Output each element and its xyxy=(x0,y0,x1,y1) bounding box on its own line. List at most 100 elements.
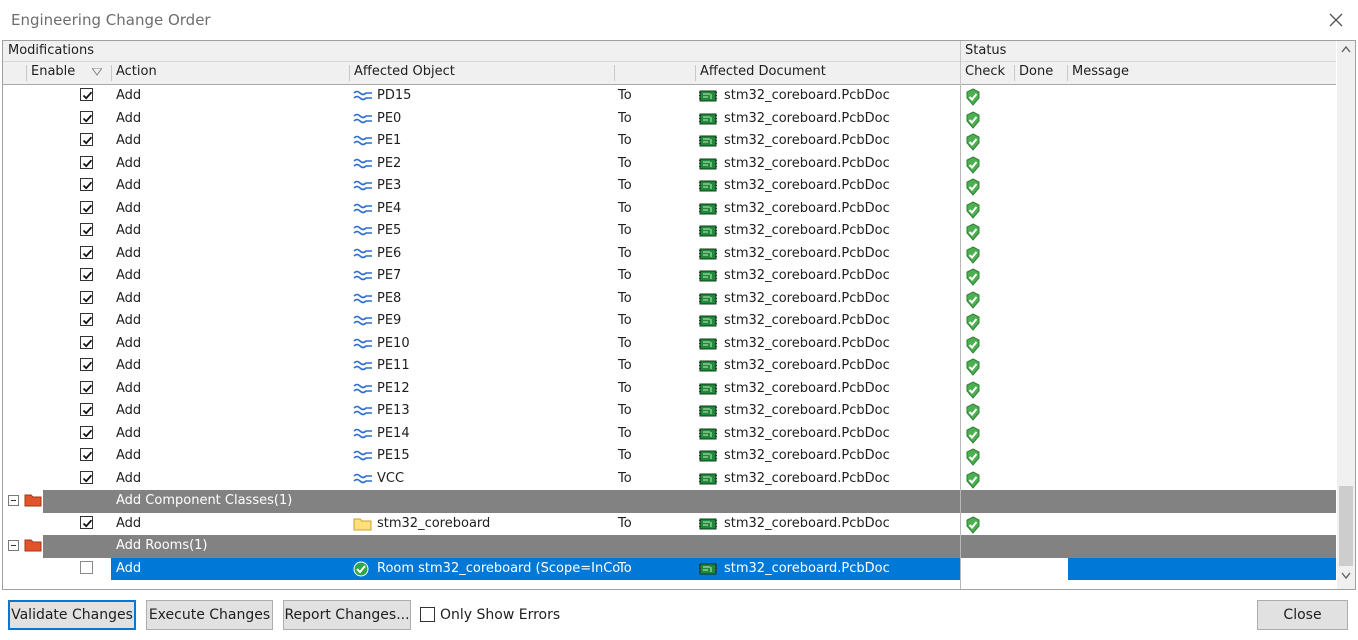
change-row[interactable]: Add PE8 To stm32_coreboard.PcbDoc xyxy=(3,288,1336,311)
enable-checkbox[interactable] xyxy=(80,178,93,191)
enable-checkbox[interactable] xyxy=(80,133,93,146)
collapse-toggle[interactable] xyxy=(8,495,19,506)
pcb-doc-icon xyxy=(698,268,717,284)
validate-changes-button[interactable]: Validate Changes xyxy=(8,600,136,630)
enable-checkbox[interactable] xyxy=(80,425,93,439)
col-check[interactable]: Check xyxy=(965,64,1005,79)
change-row[interactable]: Add PE14 To stm32_coreboard.PcbDoc xyxy=(3,423,1336,446)
col-divider xyxy=(26,65,27,81)
affected-document-cell: stm32_coreboard.PcbDoc xyxy=(724,515,890,531)
enable-checkbox[interactable] xyxy=(80,448,93,461)
enable-checkbox[interactable] xyxy=(80,358,93,371)
action-cell: Add xyxy=(116,268,142,283)
change-row[interactable]: Add PE7 To stm32_coreboard.PcbDoc xyxy=(3,265,1336,288)
col-divider xyxy=(111,65,112,81)
change-row[interactable]: Add PE4 To stm32_coreboard.PcbDoc xyxy=(3,198,1336,221)
enable-checkbox[interactable] xyxy=(80,560,93,574)
to-cell: To xyxy=(618,380,632,396)
action-cell: Add xyxy=(116,133,142,148)
col-action[interactable]: Action xyxy=(116,64,157,79)
change-row[interactable]: Add PE11 To stm32_coreboard.PcbDoc xyxy=(3,355,1336,378)
enable-checkbox[interactable] xyxy=(80,200,93,214)
group-label: Add Rooms(1) xyxy=(116,538,208,553)
close-button[interactable]: Close xyxy=(1257,600,1348,630)
affected-object-cell: PE0 xyxy=(377,110,402,126)
net-icon xyxy=(353,381,372,397)
enable-checkbox[interactable] xyxy=(80,110,93,124)
only-show-errors-checkbox[interactable] xyxy=(420,607,435,622)
col-message[interactable]: Message xyxy=(1072,64,1129,79)
net-icon xyxy=(353,111,372,127)
affected-document-cell: stm32_coreboard.PcbDoc xyxy=(724,155,890,171)
action-cell: Add xyxy=(116,560,142,576)
action-cell: Add xyxy=(116,200,142,216)
to-cell: To xyxy=(618,470,632,486)
enable-checkbox[interactable] xyxy=(80,515,93,529)
collapse-toggle[interactable] xyxy=(8,540,19,551)
report-changes-button[interactable]: Report Changes... xyxy=(283,600,411,630)
scroll-up-icon[interactable] xyxy=(1341,45,1351,53)
to-cell: To xyxy=(618,223,632,238)
filter-icon[interactable] xyxy=(92,68,102,76)
check-ok-icon xyxy=(964,133,982,151)
enable-checkbox[interactable] xyxy=(80,290,93,304)
affected-document-cell: stm32_coreboard.PcbDoc xyxy=(724,290,890,306)
vertical-scrollbar[interactable] xyxy=(1337,41,1355,589)
col-divider xyxy=(349,65,350,81)
enable-checkbox[interactable] xyxy=(80,313,93,326)
scroll-thumb[interactable] xyxy=(1339,486,1353,566)
pcb-doc-icon xyxy=(698,313,717,329)
col-affected-document[interactable]: Affected Document xyxy=(700,64,826,79)
check-ok-icon xyxy=(964,178,982,196)
change-row[interactable]: Add PE1 To stm32_coreboard.PcbDoc xyxy=(3,130,1336,153)
check-ok-icon xyxy=(964,110,982,129)
scroll-down-icon[interactable] xyxy=(1341,572,1351,580)
enable-checkbox[interactable] xyxy=(80,470,93,484)
change-row[interactable]: Add PE2 To stm32_coreboard.PcbDoc xyxy=(3,153,1336,176)
action-cell: Add xyxy=(116,380,142,396)
action-cell: Add xyxy=(116,403,142,418)
enable-checkbox[interactable] xyxy=(80,380,93,394)
change-row[interactable]: Add stm32_coreboard To stm32_coreboard.PcbD… xyxy=(3,513,1336,536)
pcb-doc-icon xyxy=(698,133,717,149)
to-cell: To xyxy=(618,358,632,373)
change-row[interactable]: Add PE15 To stm32_coreboard.PcbDoc xyxy=(3,445,1336,468)
change-row[interactable]: Add PE10 To stm32_coreboard.PcbDoc xyxy=(3,333,1336,356)
change-row[interactable]: Add PE3 To stm32_coreboard.PcbDoc xyxy=(3,175,1336,198)
affected-object-cell: PE12 xyxy=(377,380,410,396)
close-icon[interactable] xyxy=(1326,10,1346,30)
enable-checkbox[interactable] xyxy=(80,403,93,416)
window-title: Engineering Change Order xyxy=(11,11,211,29)
col-enable[interactable]: Enable xyxy=(31,64,75,79)
group-row[interactable]: Add Component Classes(1) xyxy=(3,490,1336,513)
enable-checkbox[interactable] xyxy=(80,155,93,169)
change-row[interactable]: Add Room stm32_coreboard (Scope=InCo To stm… xyxy=(3,557,1336,580)
enable-checkbox[interactable] xyxy=(80,268,93,281)
to-cell: To xyxy=(618,515,632,531)
col-affected-object[interactable]: Affected Object xyxy=(354,64,455,79)
to-cell: To xyxy=(618,335,632,351)
col-divider xyxy=(695,65,696,81)
enable-checkbox[interactable] xyxy=(80,223,93,236)
change-row[interactable]: Add PE5 To stm32_coreboard.PcbDoc xyxy=(3,220,1336,243)
change-row[interactable]: Add PE12 To stm32_coreboard.PcbDoc xyxy=(3,378,1336,401)
enable-checkbox[interactable] xyxy=(80,88,93,101)
change-row[interactable]: Add PE9 To stm32_coreboard.PcbDoc xyxy=(3,310,1336,333)
change-row[interactable]: Add PD15 To stm32_coreboard.PcbDoc xyxy=(3,85,1336,108)
change-row[interactable]: Add PE6 To stm32_coreboard.PcbDoc xyxy=(3,243,1336,266)
col-done[interactable]: Done xyxy=(1019,64,1053,79)
enable-checkbox[interactable] xyxy=(80,245,93,259)
pcb-doc-icon xyxy=(698,358,717,374)
group-folder-icon xyxy=(24,538,42,556)
pcb-doc-icon xyxy=(698,201,717,217)
change-row[interactable]: Add VCC To stm32_coreboard.PcbDoc xyxy=(3,468,1336,491)
check-ok-icon xyxy=(964,313,982,331)
to-cell: To xyxy=(618,448,632,463)
enable-checkbox[interactable] xyxy=(80,335,93,349)
change-row[interactable]: Add PE0 To stm32_coreboard.PcbDoc xyxy=(3,108,1336,131)
to-cell: To xyxy=(618,313,632,328)
group-row[interactable]: Add Rooms(1) xyxy=(3,535,1336,558)
change-row[interactable]: Add PE13 To stm32_coreboard.PcbDoc xyxy=(3,400,1336,423)
execute-changes-button[interactable]: Execute Changes xyxy=(146,600,273,630)
affected-document-cell: stm32_coreboard.PcbDoc xyxy=(724,200,890,216)
